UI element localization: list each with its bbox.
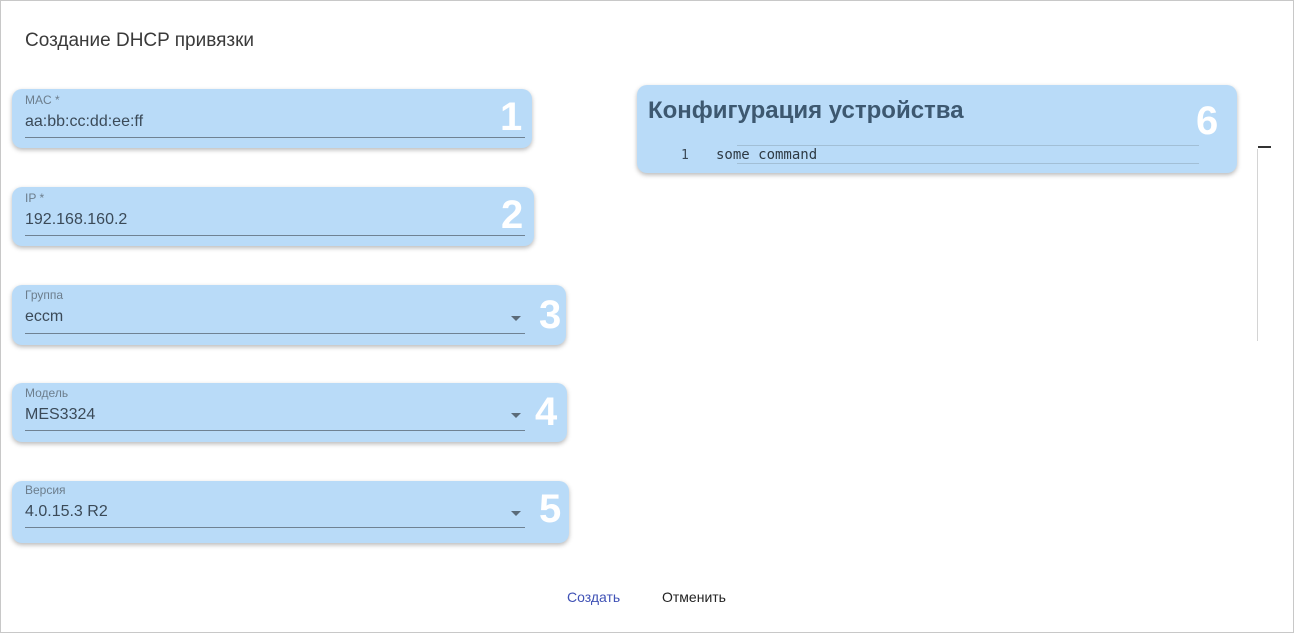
- scrollbar-track[interactable]: [1257, 149, 1258, 341]
- ip-field-label: IP *: [25, 191, 45, 205]
- dhcp-binding-dialog: Создание DHCP привязки MAC * aa:bb:cc:dd…: [0, 0, 1294, 633]
- ip-input[interactable]: 192.168.160.2: [25, 211, 127, 229]
- field-number-6: 6: [1196, 99, 1219, 143]
- mac-field-label: MAC *: [25, 93, 60, 107]
- dialog-title: Создание DHCP привязки: [25, 30, 255, 51]
- model-field-card[interactable]: Модель MES3324 4: [12, 383, 567, 442]
- mac-input[interactable]: aa:bb:cc:dd:ee:ff: [25, 113, 143, 131]
- group-field-label: Группа: [25, 288, 64, 302]
- group-underline: [25, 333, 525, 334]
- code-editor-line[interactable]: some command: [716, 147, 817, 163]
- version-field-card[interactable]: Версия 4.0.15.3 R2 5: [12, 481, 569, 543]
- chevron-down-icon[interactable]: [511, 413, 521, 418]
- field-number-4: 4: [535, 390, 558, 434]
- mac-underline: [25, 137, 525, 138]
- group-select[interactable]: eccm: [25, 308, 63, 326]
- field-number-1: 1: [500, 95, 523, 139]
- chevron-down-icon[interactable]: [511, 316, 521, 321]
- version-field-label: Версия: [25, 483, 66, 497]
- config-editor-bottom-border: [737, 163, 1199, 164]
- model-select[interactable]: MES3324: [25, 406, 95, 424]
- version-select[interactable]: 4.0.15.3 R2: [25, 503, 108, 521]
- field-number-5: 5: [539, 487, 562, 531]
- ip-underline: [25, 235, 525, 236]
- group-field-card[interactable]: Группа eccm 3: [12, 285, 566, 345]
- model-field-label: Модель: [25, 386, 69, 400]
- ip-field-card[interactable]: IP * 192.168.160.2 2: [12, 187, 534, 246]
- code-line-number: 1: [681, 148, 689, 163]
- create-button[interactable]: Создать: [567, 589, 620, 605]
- scroll-indicator: [1258, 146, 1271, 148]
- config-title: Конфигурация устройства: [648, 97, 964, 124]
- device-config-card: Конфигурация устройства 6 1 some command: [637, 85, 1237, 173]
- model-underline: [25, 430, 525, 431]
- field-number-3: 3: [539, 293, 562, 337]
- mac-field-card[interactable]: MAC * aa:bb:cc:dd:ee:ff 1: [12, 89, 532, 148]
- chevron-down-icon[interactable]: [511, 511, 521, 516]
- version-underline: [25, 527, 525, 528]
- config-editor-top-border: [737, 145, 1199, 146]
- cancel-button[interactable]: Отменить: [662, 589, 726, 605]
- field-number-2: 2: [501, 193, 524, 237]
